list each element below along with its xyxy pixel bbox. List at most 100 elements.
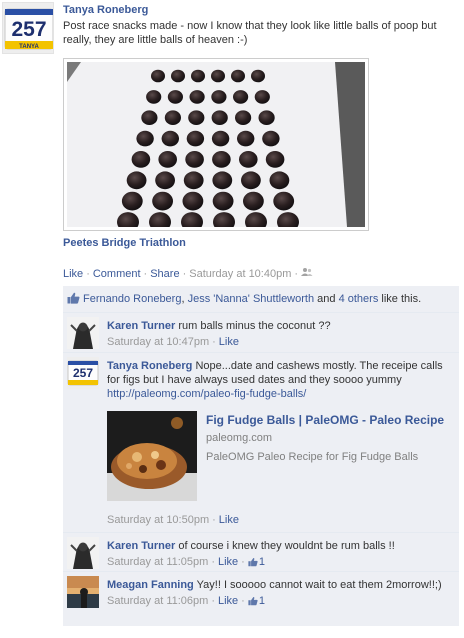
comment-like-count[interactable]: 1 — [259, 556, 265, 568]
chocolate-ball — [254, 90, 270, 104]
chocolate-ball — [243, 191, 264, 211]
svg-text:257: 257 — [11, 18, 46, 41]
album-title-link[interactable]: Peetes Bridge Triathlon — [63, 237, 186, 249]
chocolate-ball — [233, 90, 249, 104]
chocolate-ball — [164, 110, 181, 125]
thumbs-up-icon — [248, 596, 258, 610]
chocolate-ball — [171, 69, 185, 83]
chocolate-ball — [239, 151, 258, 168]
comment-item: Meagan Fanning Yay!! I sooooo cannot wai… — [63, 572, 459, 626]
likes-summary: Fernando Roneberg, Jess 'Nanna' Shuttlew… — [63, 286, 459, 313]
photo-image — [67, 62, 365, 227]
chocolate-ball — [141, 110, 158, 125]
chocolate-ball — [183, 171, 204, 190]
post-text: Post race snacks made - now I know that … — [63, 20, 437, 46]
chocolate-ball — [212, 171, 233, 190]
comment-url-link[interactable]: http://paleomg.com/paleo-fig-fudge-balls… — [107, 388, 306, 400]
link-preview-title[interactable]: Fig Fudge Balls | PaleOMG - Paleo Recipe — [206, 413, 444, 427]
comment-item: 257 Tanya Roneberg Nope...date and cashe… — [63, 353, 459, 533]
post-timestamp[interactable]: Saturday at 10:40pm — [189, 268, 291, 280]
chocolate-ball — [167, 90, 183, 104]
chocolate-ball — [212, 151, 231, 168]
friends-icon — [301, 268, 313, 280]
comment-like-link[interactable]: Like — [218, 595, 238, 607]
chocolate-ball — [189, 90, 205, 104]
comment-timestamp[interactable]: Saturday at 10:47pm — [107, 336, 209, 348]
chocolate-ball — [121, 191, 143, 211]
chocolate-ball — [258, 110, 275, 125]
comments-section: Fernando Roneberg, Jess 'Nanna' Shuttlew… — [63, 286, 459, 626]
likes-and-text: and — [317, 293, 336, 305]
comment-author-link[interactable]: Meagan Fanning — [107, 579, 194, 591]
chocolate-ball — [186, 130, 205, 147]
comment-text: of course i knew they wouldnt be rum bal… — [178, 540, 395, 552]
comment-like-link[interactable]: Like — [219, 514, 239, 526]
comment-link[interactable]: Comment — [93, 268, 141, 280]
likes-suffix-text: like this. — [381, 293, 422, 305]
chocolate-ball — [211, 69, 225, 83]
comment-author-link[interactable]: Karen Turner — [107, 540, 175, 552]
chocolate-ball — [231, 69, 245, 83]
comment-item: Karen Turner of course i knew they would… — [63, 533, 459, 572]
link-preview[interactable]: Fig Fudge Balls | PaleOMG - Paleo Recipe… — [107, 407, 455, 511]
comment-timestamp[interactable]: Saturday at 10:50pm — [107, 514, 209, 526]
chocolate-ball — [241, 171, 261, 190]
chocolate-ball — [161, 130, 179, 147]
link-preview-thumbnail[interactable] — [107, 411, 197, 501]
post-actions: Like · Comment · Share · Saturday at 10:40pm · — [63, 267, 313, 280]
chocolate-ball — [158, 151, 177, 168]
comment-like-link[interactable]: Like — [218, 556, 238, 568]
commenter-avatar[interactable] — [67, 317, 99, 349]
chocolate-ball — [265, 151, 285, 168]
chocolate-ball — [251, 69, 265, 83]
comment-author-link[interactable]: Tanya Roneberg — [107, 360, 192, 372]
svg-text:TANYA: TANYA — [19, 44, 39, 50]
likes-others-link[interactable]: 4 others — [339, 293, 379, 305]
comment-timestamp[interactable]: Saturday at 11:05pm — [107, 556, 208, 568]
chocolate-ball — [211, 110, 228, 125]
comment-text: Yay!! I sooooo cannot wait to eat them 2… — [196, 579, 442, 591]
chocolate-ball — [185, 151, 204, 168]
likes-comma: , — [181, 293, 185, 305]
comment-like-count[interactable]: 1 — [259, 595, 265, 607]
chocolate-ball — [269, 171, 290, 190]
chocolate-ball — [136, 130, 154, 147]
chocolate-ball — [212, 191, 234, 211]
race-bib-avatar-image: 257 TANYA — [3, 3, 53, 53]
chocolate-ball — [188, 110, 205, 125]
chocolate-ball — [151, 69, 165, 83]
comment-like-link[interactable]: Like — [219, 336, 239, 348]
commenter-avatar[interactable]: 257 — [67, 357, 99, 389]
comment-text: rum balls minus the coconut ?? — [178, 320, 331, 332]
thumbs-up-icon — [67, 292, 80, 307]
share-link[interactable]: Share — [150, 268, 179, 280]
chocolate-ball — [262, 130, 280, 147]
chocolate-ball — [146, 90, 162, 104]
post-author-name[interactable]: Tanya Roneberg — [63, 4, 148, 16]
chocolate-ball — [211, 130, 230, 147]
chocolate-ball — [152, 191, 173, 211]
liker-fernando-link[interactable]: Fernando Roneberg — [83, 293, 181, 305]
chocolate-ball — [235, 110, 252, 125]
chocolate-ball — [211, 90, 227, 104]
chocolate-ball — [155, 171, 175, 190]
post-photo[interactable] — [63, 58, 369, 231]
commenter-avatar[interactable] — [67, 576, 99, 608]
commenter-avatar[interactable] — [67, 537, 99, 569]
like-link[interactable]: Like — [63, 268, 83, 280]
chocolate-ball — [131, 151, 151, 168]
post-author-avatar[interactable]: 257 TANYA — [2, 2, 54, 54]
link-preview-description: PaleOMG Paleo Recipe for Fig Fudge Balls — [206, 451, 419, 463]
svg-text:257: 257 — [73, 366, 93, 380]
comment-author-link[interactable]: Karen Turner — [107, 320, 175, 332]
liker-jess-link[interactable]: Jess 'Nanna' Shuttleworth — [188, 293, 315, 305]
comment-timestamp[interactable]: Saturday at 11:06pm — [107, 595, 208, 607]
comment-item: Karen Turner rum balls minus the coconut… — [63, 313, 459, 353]
chocolate-ball — [182, 191, 204, 211]
thumbs-up-icon — [248, 557, 258, 571]
link-preview-domain: paleomg.com — [206, 432, 273, 444]
chocolate-ball — [273, 191, 295, 211]
chocolate-ball — [237, 130, 255, 147]
chocolate-ball — [126, 171, 147, 190]
chocolate-ball — [191, 69, 205, 83]
